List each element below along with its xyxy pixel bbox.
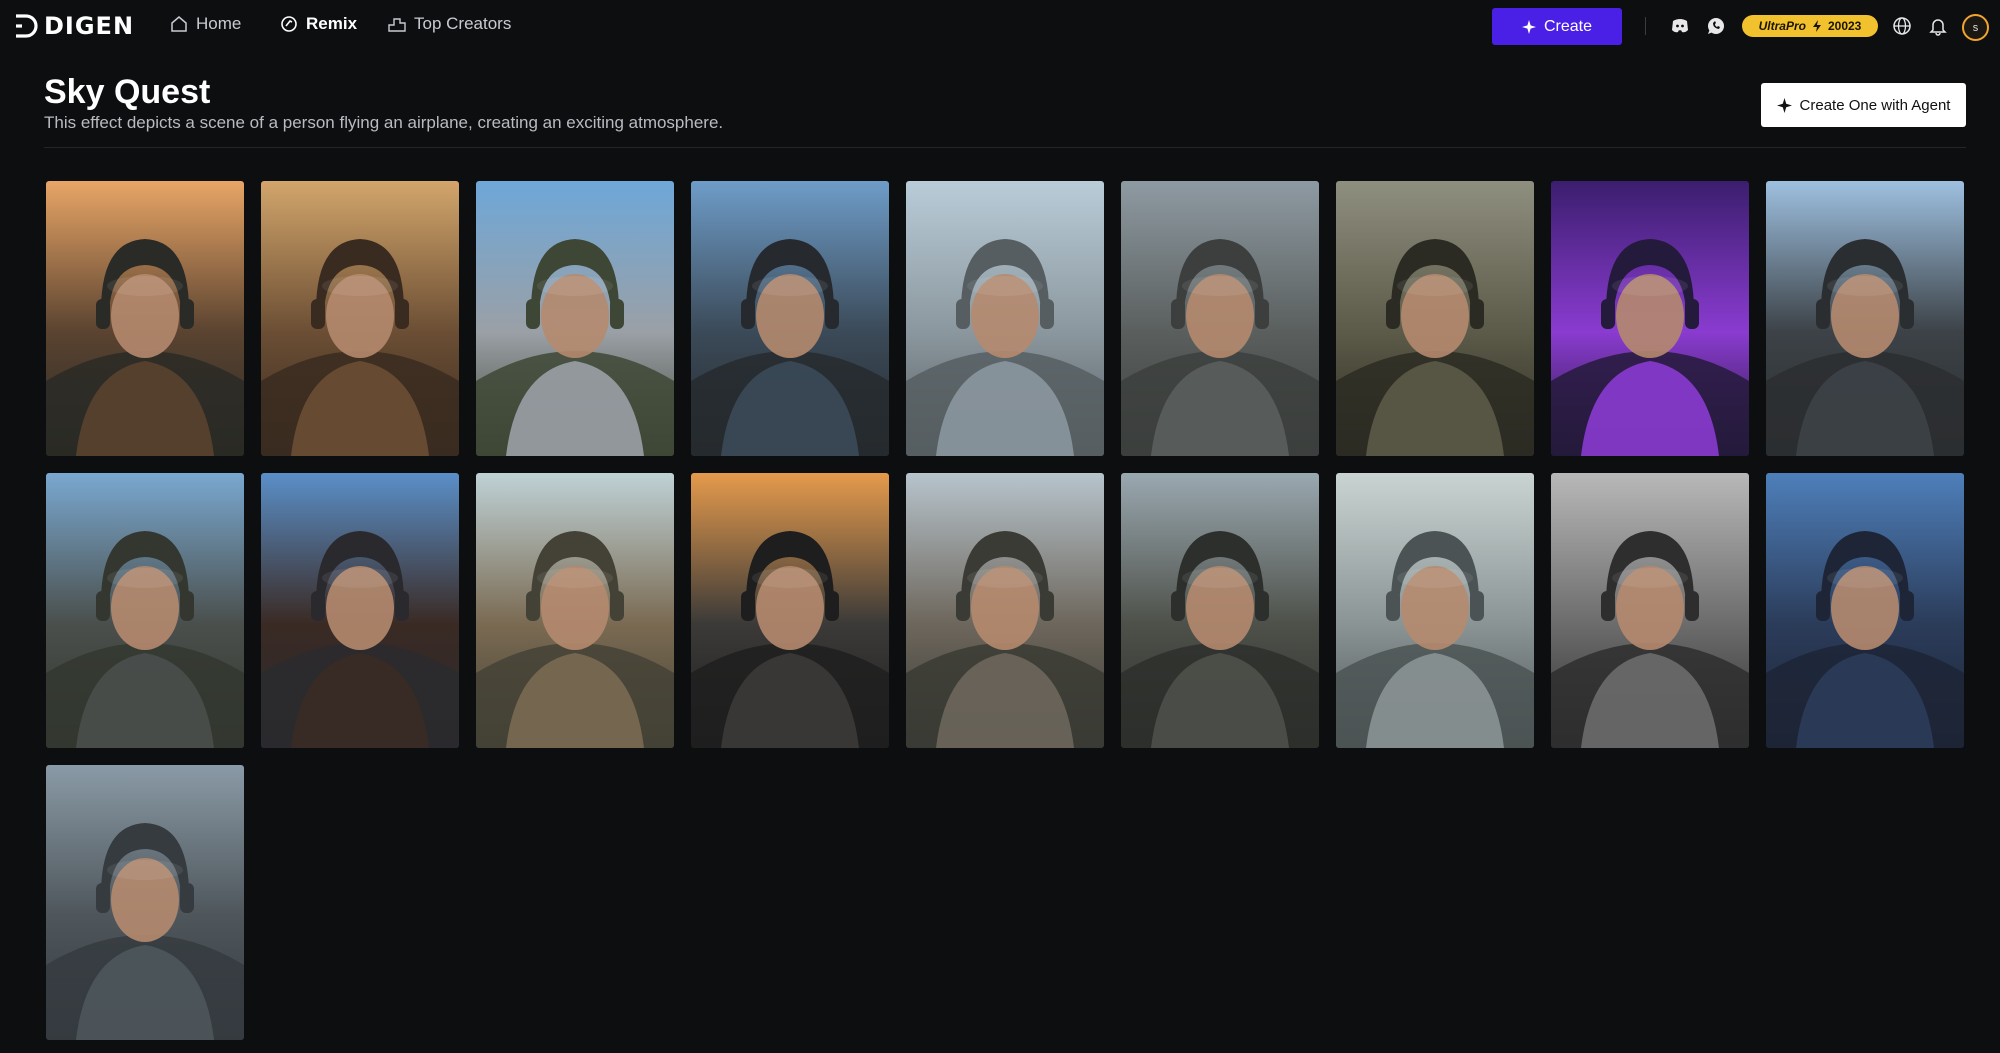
pilot-portrait-image xyxy=(476,181,674,456)
pilot-portrait-image xyxy=(1766,181,1964,456)
gallery-card-veteran-pilot-cockpit[interactable] xyxy=(1121,473,1319,748)
sparkle-icon xyxy=(1776,97,1792,113)
plan-name: UltraPro xyxy=(1758,19,1806,33)
header-divider xyxy=(44,147,1966,148)
gallery-card-navy-pilot-visor[interactable] xyxy=(46,473,244,748)
nav-home-label: Home xyxy=(196,14,242,33)
create-button-label: Create xyxy=(1543,17,1593,35)
pilot-portrait-image xyxy=(1551,181,1749,456)
whatsapp-icon[interactable] xyxy=(1705,15,1727,37)
gallery-card-smiling-pilot-goggles[interactable] xyxy=(476,473,674,748)
nav-top-creators[interactable]: Top Creators xyxy=(388,14,511,34)
page-title: Sky Quest xyxy=(44,73,211,111)
pilot-portrait-image xyxy=(46,765,244,1040)
gallery-card-pilot-black-and-white[interactable] xyxy=(1551,473,1749,748)
gallery-card-pilot-above-clouds[interactable] xyxy=(1766,181,1964,456)
podium-icon xyxy=(388,18,406,32)
gallery-card-pilot-cockpit-blue-sky[interactable] xyxy=(691,181,889,456)
gallery-card-canopy-pilot-clouds[interactable] xyxy=(906,181,1104,456)
brand-name: DIGEN xyxy=(44,12,135,40)
create-with-agent-label: Create One with Agent xyxy=(1799,96,1951,114)
pilot-portrait-image xyxy=(46,473,244,748)
pilot-portrait-image xyxy=(476,473,674,748)
credits-count: 20023 xyxy=(1827,19,1862,33)
pilot-portrait-image xyxy=(1121,181,1319,456)
pilot-portrait-image xyxy=(691,473,889,748)
gallery-card-pilot-sunset-helmet[interactable] xyxy=(46,181,244,456)
gallery-card-bearded-pilot-olive-helmet[interactable] xyxy=(1336,181,1534,456)
lightning-icon xyxy=(1812,20,1821,32)
digen-logo-icon xyxy=(16,14,38,38)
gallery-card-pilot-jet-cockpit-overcast[interactable] xyxy=(46,765,244,1040)
bell-icon[interactable] xyxy=(1927,15,1949,37)
gallery-card-vintage-aviator-goggles[interactable] xyxy=(261,181,459,456)
discord-icon[interactable] xyxy=(1669,15,1691,37)
gallery-card-canopy-pilot-cloudy-sky[interactable] xyxy=(1336,473,1534,748)
pilot-portrait-image xyxy=(1336,473,1534,748)
globe-icon[interactable] xyxy=(1891,15,1913,37)
nav-remix-label: Remix xyxy=(306,14,358,33)
remix-icon xyxy=(281,16,297,32)
page-description: This effect depicts a scene of a person … xyxy=(44,113,724,132)
gallery-card-screaming-pilot-visor[interactable] xyxy=(1766,473,1964,748)
pilot-portrait-image xyxy=(1336,181,1534,456)
pilot-portrait-image xyxy=(46,181,244,456)
pilot-portrait-image xyxy=(1121,473,1319,748)
pilot-portrait-image xyxy=(1551,473,1749,748)
brand-logo[interactable]: DIGEN xyxy=(14,12,134,40)
gallery-card-pilot-sunset-profile[interactable] xyxy=(691,473,889,748)
pilot-portrait-image xyxy=(261,181,459,456)
create-button[interactable]: Create xyxy=(1492,8,1622,45)
gallery-card-female-pilot-helmet[interactable] xyxy=(906,473,1104,748)
avatar-initial: s xyxy=(1972,21,1979,34)
pilot-portrait-image xyxy=(691,181,889,456)
pilot-portrait-image xyxy=(906,473,1104,748)
gallery-card-grey-haired-pilot-headset[interactable] xyxy=(476,181,674,456)
pilot-portrait-image xyxy=(261,473,459,748)
gallery-card-pilot-cockpit-grey[interactable] xyxy=(1121,181,1319,456)
pilot-portrait-image xyxy=(906,181,1104,456)
gallery-card-pilot-purple-neon[interactable] xyxy=(1551,181,1749,456)
create-with-agent-button[interactable]: Create One with Agent xyxy=(1761,83,1966,127)
nav-top-creators-label: Top Creators xyxy=(414,14,512,33)
user-avatar[interactable]: s xyxy=(1962,14,1989,41)
gallery-card-pilot-dark-helmet-blue-sky[interactable] xyxy=(261,473,459,748)
nav-home[interactable]: Home xyxy=(170,14,241,34)
home-icon xyxy=(171,16,187,32)
sparkle-icon xyxy=(1521,19,1536,34)
nav-remix[interactable]: Remix xyxy=(280,14,357,34)
toolbar-divider xyxy=(1645,17,1646,35)
top-navigation-bar: DIGEN Home Remix Top Creators Create Ult… xyxy=(0,0,2000,52)
pilot-portrait-image xyxy=(1766,473,1964,748)
plan-credits-badge[interactable]: UltraPro 20023 xyxy=(1742,15,1878,37)
